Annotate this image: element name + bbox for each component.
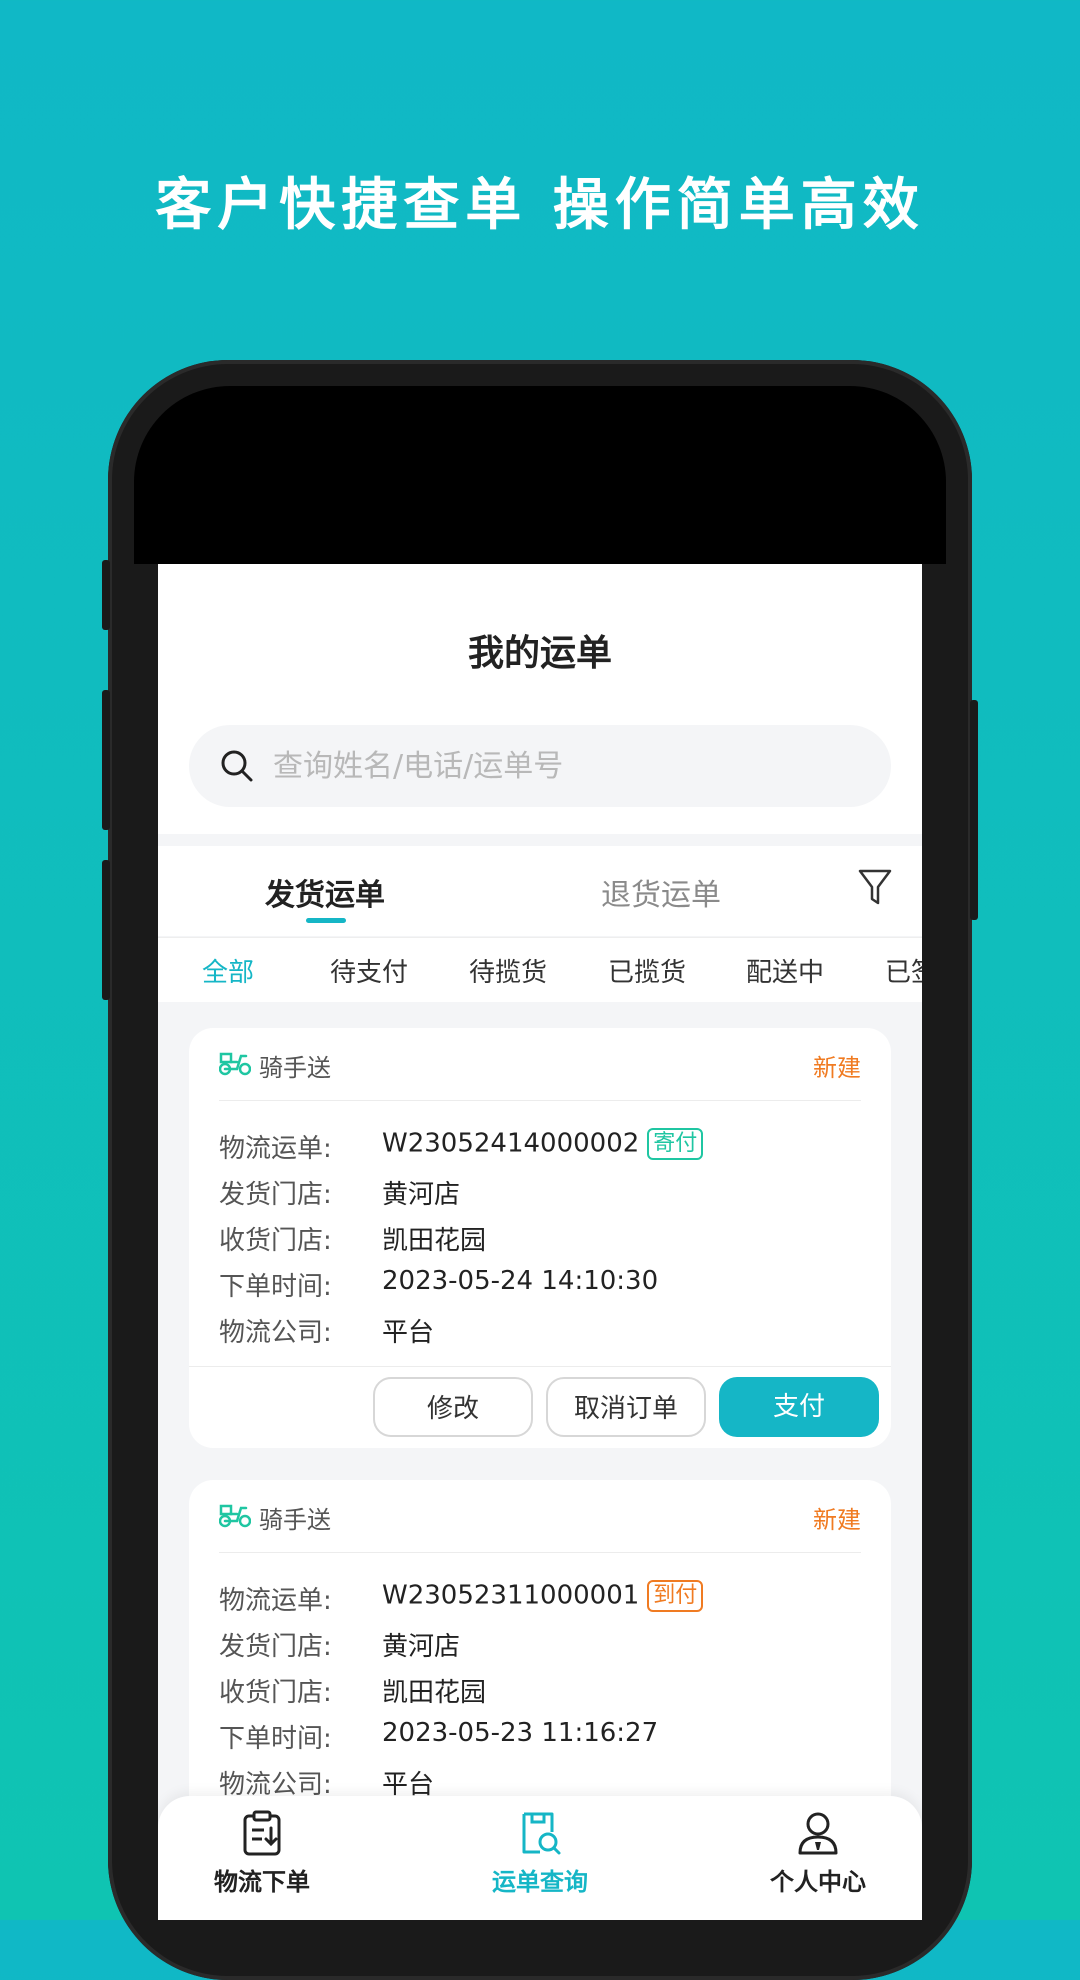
nav-item-logistics-order[interactable]: 物流下单	[182, 1810, 342, 1897]
status-filter-delivering[interactable]: 配送中	[746, 952, 824, 989]
scooter-icon	[219, 1504, 251, 1528]
page-title: 我的运单	[467, 633, 612, 674]
clipboard-icon	[243, 1810, 281, 1856]
nav-label: 个人中心	[770, 1868, 866, 1896]
nav-label: 物流下单	[214, 1868, 310, 1896]
cancel-order-button[interactable]: 取消订单	[546, 1377, 706, 1437]
phone-side-button	[102, 860, 110, 1000]
tab-return-waybill[interactable]: 退货运单	[601, 870, 721, 914]
field-label: 物流运单:	[219, 1586, 332, 1616]
order-card[interactable]: 骑手送 新建 物流运单: W23052414000002 寄付 发货门店: 黄河店…	[189, 1028, 891, 1448]
receive-store-row: 收货门店: 凯田花园	[219, 1672, 486, 1709]
field-label: 发货门店:	[219, 1632, 332, 1662]
document-search-icon	[522, 1812, 561, 1855]
field-label: 收货门店:	[219, 1226, 332, 1256]
receive-store-row: 收货门店: 凯田花园	[219, 1220, 486, 1257]
ship-store-row: 发货门店: 黄河店	[219, 1174, 460, 1211]
ship-store-value: 黄河店	[382, 1632, 461, 1662]
pay-type-badge: 寄付	[647, 1128, 704, 1160]
field-label: 下单时间:	[219, 1724, 332, 1754]
pay-button[interactable]: 支付	[719, 1377, 879, 1437]
phone-side-button	[102, 560, 110, 630]
user-icon	[798, 1812, 838, 1855]
status-filter-picked-up[interactable]: 已揽货	[608, 952, 686, 989]
status-filter-all[interactable]: 全部	[202, 952, 254, 989]
nav-label: 运单查询	[492, 1868, 588, 1896]
order-time-row: 下单时间: 2023-05-24 14:10:30	[219, 1266, 658, 1303]
scooter-icon	[219, 1052, 251, 1076]
phone-top-bezel	[134, 386, 946, 564]
promo-headline: 客户快捷查单 操作简单高效	[155, 173, 925, 238]
search-bar[interactable]	[189, 725, 891, 807]
nav-item-personal-center[interactable]: 个人中心	[738, 1810, 898, 1897]
pay-type-badge: 到付	[647, 1580, 704, 1612]
waybill-number: W23052311000001	[382, 1580, 640, 1611]
order-time-row: 下单时间: 2023-05-23 11:16:27	[219, 1718, 658, 1755]
tab-ship-waybill[interactable]: 发货运单	[265, 870, 385, 914]
waybill-tabs: 发货运单 退货运单	[158, 846, 922, 936]
search-input[interactable]	[271, 747, 855, 785]
card-header: 骑手送 新建	[219, 1028, 861, 1101]
modify-button[interactable]: 修改	[373, 1377, 533, 1437]
waybill-number: W23052414000002	[382, 1128, 640, 1159]
receive-store-value: 凯田花园	[382, 1226, 487, 1256]
card-actions: 修改 取消订单 支付	[189, 1366, 891, 1448]
order-time-value: 2023-05-24 14:10:30	[382, 1266, 659, 1296]
status-badge: 新建	[813, 1054, 861, 1082]
status-filter-signed[interactable]: 已签	[885, 952, 922, 989]
tab-active-indicator	[306, 918, 346, 923]
status-badge: 新建	[813, 1506, 861, 1534]
service-type: 骑手送	[259, 1506, 331, 1534]
field-label: 收货门店:	[219, 1678, 332, 1708]
company-row: 物流公司: 平台	[219, 1312, 434, 1349]
phone-side-button	[970, 700, 978, 920]
status-filter-pending-payment[interactable]: 待支付	[330, 952, 408, 989]
bottom-nav: 物流下单 运单查询 个人中心	[158, 1796, 922, 1920]
field-label: 物流公司:	[219, 1318, 332, 1348]
field-label: 发货门店:	[219, 1180, 332, 1210]
service-type: 骑手送	[259, 1054, 331, 1082]
order-time-value: 2023-05-23 11:16:27	[382, 1718, 659, 1748]
field-label: 物流运单:	[219, 1134, 332, 1164]
phone-side-button	[102, 690, 110, 830]
app-screen: 我的运单 发货运单 退货运单 全部 待支付 待揽货 已揽货 配送中 已签	[158, 564, 922, 1920]
company-value: 平台	[382, 1318, 435, 1348]
card-header: 骑手送 新建	[219, 1480, 861, 1553]
ship-store-row: 发货门店: 黄河店	[219, 1626, 460, 1663]
field-label: 下单时间:	[219, 1272, 332, 1302]
status-filter-pending-pickup[interactable]: 待揽货	[469, 952, 547, 989]
app-header: 我的运单	[158, 564, 922, 834]
status-filter-bar: 全部 待支付 待揽货 已揽货 配送中 已签	[158, 937, 922, 1002]
search-icon	[221, 750, 253, 782]
receive-store-value: 凯田花园	[382, 1678, 487, 1708]
waybill-row: 物流运单: W23052414000002 寄付	[219, 1128, 704, 1165]
ship-store-value: 黄河店	[382, 1180, 461, 1210]
waybill-row: 物流运单: W23052311000001 到付	[219, 1580, 704, 1617]
nav-item-waybill-query[interactable]: 运单查询	[460, 1810, 620, 1897]
filter-icon[interactable]	[858, 868, 892, 908]
